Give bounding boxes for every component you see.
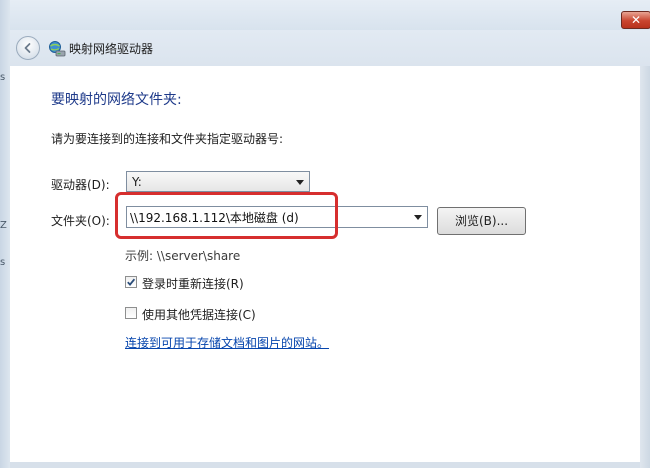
window-right-border [640, 66, 650, 468]
window-titlebar: ✕ [10, 0, 650, 30]
dialog-title: 映射网络驱动器 [69, 42, 154, 56]
background-glyph: s [0, 257, 6, 268]
other-credentials-checkbox[interactable] [125, 307, 137, 319]
close-icon: ✕ [630, 13, 642, 27]
background-glyph: s [0, 72, 6, 83]
back-arrow-icon [24, 43, 31, 53]
drive-label: 驱动器(D): [51, 178, 110, 192]
example-text: 示例: \\server\share [125, 249, 241, 263]
drive-letter-select[interactable]: Y: [126, 171, 310, 192]
back-button[interactable] [16, 36, 40, 60]
browse-button[interactable]: 浏览(B)... [437, 207, 526, 235]
page-heading: 要映射的网络文件夹: [51, 92, 182, 108]
drive-letter-value: Y: [132, 175, 142, 189]
instruction-text: 请为要连接到的连接和文件夹指定驱动器号: [51, 132, 284, 146]
dialog-content: 要映射的网络文件夹: 请为要连接到的连接和文件夹指定驱动器号: 驱动器(D): … [10, 66, 640, 462]
checkmark-icon [127, 278, 136, 286]
folder-label: 文件夹(O): [51, 214, 110, 228]
red-highlight-box [115, 192, 338, 239]
window-bottom-border [10, 462, 640, 468]
background-glyph: Z [0, 220, 7, 231]
dialog-nav-bar: 映射网络驱动器 [10, 30, 650, 66]
chevron-down-icon [296, 180, 304, 185]
network-drive-icon [49, 41, 66, 57]
close-button[interactable]: ✕ [621, 11, 650, 29]
storage-website-link[interactable]: 连接到可用于存储文档和图片的网站。 [125, 334, 329, 351]
chevron-down-icon[interactable] [414, 215, 422, 220]
reconnect-checkbox[interactable] [125, 276, 137, 288]
reconnect-label[interactable]: 登录时重新连接(R) [142, 275, 244, 292]
other-credentials-label[interactable]: 使用其他凭据连接(C) [142, 306, 256, 323]
